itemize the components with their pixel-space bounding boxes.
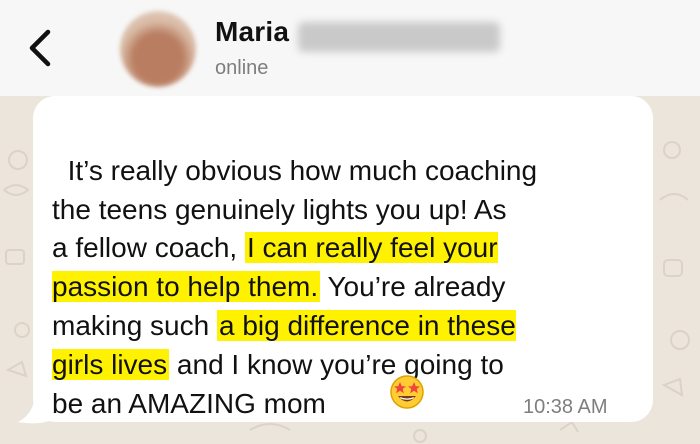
redacted-name-blur [298,22,500,52]
chevron-left-icon[interactable] [22,24,58,72]
chat-header: Maria online [0,0,700,96]
contact-avatar[interactable] [120,11,196,87]
contact-name[interactable]: Maria [215,16,289,48]
contact-status: online [215,57,269,79]
bubble-tail [18,392,56,424]
message-timestamp: 10:38 AM [523,396,608,418]
star-struck-emoji-icon [390,375,424,409]
message-text: It’s really obvious how much coaching th… [52,113,632,423]
